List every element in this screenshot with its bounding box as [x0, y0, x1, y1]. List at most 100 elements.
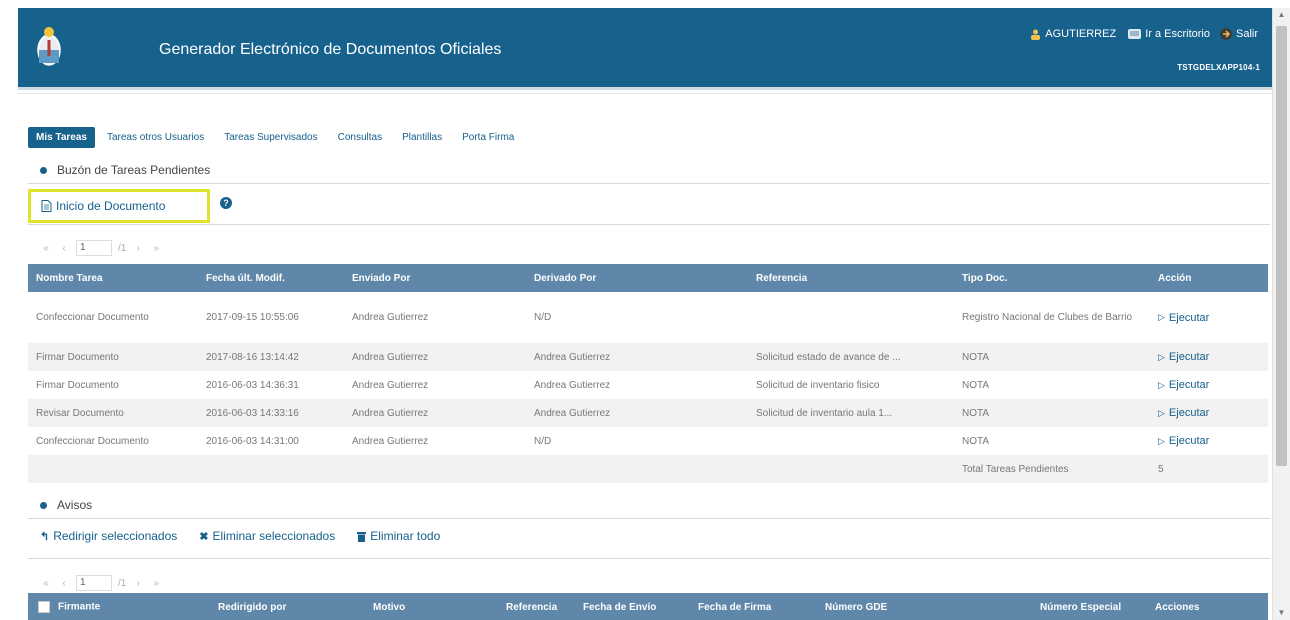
- prev-page-button[interactable]: ‹: [58, 578, 70, 589]
- avisos-title: Avisos: [57, 498, 93, 512]
- column-header[interactable]: Número GDE: [825, 602, 887, 613]
- prev-page-button[interactable]: ‹: [58, 243, 70, 254]
- escritorio-label: Ir a Escritorio: [1145, 28, 1210, 40]
- cell-derivado: N/D: [526, 292, 748, 343]
- table-row[interactable]: Confeccionar Documento 2017-09-15 10:55:…: [28, 292, 1268, 343]
- tab-consultas[interactable]: Consultas: [330, 127, 390, 148]
- tab-porta-firma[interactable]: Porta Firma: [454, 127, 522, 148]
- column-header[interactable]: Fecha de Envío: [583, 602, 656, 613]
- main-content: Mis Tareas Tareas otros Usuarios Tareas …: [18, 93, 1272, 620]
- column-header[interactable]: Acciones: [1155, 602, 1199, 613]
- cell-referencia: Solicitud estado de avance de ...: [748, 343, 954, 371]
- cell-tarea: Confeccionar Documento: [28, 292, 198, 343]
- divider: [28, 224, 1270, 225]
- table-row[interactable]: Firmar Documento 2016-06-03 14:36:31 And…: [28, 371, 1268, 399]
- column-header[interactable]: Redirigido por: [218, 602, 286, 613]
- page-input[interactable]: 1: [76, 240, 112, 256]
- column-header[interactable]: Enviado Por: [344, 264, 526, 292]
- cell-accion: ▷ Ejecutar: [1150, 399, 1268, 427]
- redirigir-button[interactable]: ↰ Redirigir seleccionados: [40, 529, 177, 543]
- top-header: Generador Electrónico de Documentos Ofic…: [18, 8, 1272, 90]
- eliminar-todo-label: Eliminar todo: [370, 529, 441, 543]
- table-row[interactable]: Confeccionar Documento 2016-06-03 14:31:…: [28, 427, 1268, 455]
- column-header[interactable]: Fecha últ. Modif.: [198, 264, 344, 292]
- cell-fecha: 2016-06-03 14:36:31: [198, 371, 344, 399]
- escritorio-link[interactable]: Ir a Escritorio: [1128, 28, 1210, 40]
- tab-tareas-supervisados[interactable]: Tareas Supervisados: [216, 127, 325, 148]
- user-link[interactable]: AGUTIERREZ: [1030, 28, 1116, 40]
- column-header[interactable]: Motivo: [373, 602, 405, 613]
- column-header-firmante[interactable]: Firmante: [38, 601, 100, 613]
- ejecutar-button[interactable]: ▷ Ejecutar: [1158, 435, 1209, 447]
- cell-derivado: Andrea Gutierrez: [526, 343, 748, 371]
- column-header[interactable]: Número Especial: [1040, 602, 1121, 613]
- column-header[interactable]: Tipo Doc.: [954, 264, 1150, 292]
- column-label: Firmante: [58, 601, 101, 613]
- play-arrow-icon: ▷: [1158, 312, 1165, 322]
- cell-enviado: Andrea Gutierrez: [344, 343, 526, 371]
- cell-tipo: NOTA: [954, 399, 1150, 427]
- bullet-icon: [40, 501, 47, 509]
- column-header[interactable]: Acción: [1150, 264, 1268, 292]
- cell-accion: ▷ Ejecutar: [1150, 371, 1268, 399]
- select-all-checkbox[interactable]: [38, 601, 50, 613]
- salir-link[interactable]: Salir: [1219, 28, 1258, 40]
- column-header[interactable]: Referencia: [506, 602, 557, 613]
- column-header[interactable]: Derivado Por: [526, 264, 748, 292]
- cell-tipo: NOTA: [954, 343, 1150, 371]
- cell-enviado: Andrea Gutierrez: [344, 427, 526, 455]
- inicio-documento-label: Inicio de Documento: [56, 199, 166, 213]
- cell-tipo: NOTA: [954, 371, 1150, 399]
- trash-icon: [357, 531, 367, 542]
- cell-enviado: Andrea Gutierrez: [344, 292, 526, 343]
- cell-fecha: 2017-08-16 13:14:42: [198, 343, 344, 371]
- scroll-up-arrow[interactable]: ▲: [1273, 8, 1290, 22]
- app-title: Generador Electrónico de Documentos Ofic…: [159, 41, 502, 58]
- cell-tipo: Registro Nacional de Clubes de Barrio: [954, 292, 1150, 343]
- ejecutar-label: Ejecutar: [1168, 379, 1210, 391]
- next-page-button[interactable]: ›: [132, 243, 144, 254]
- scroll-down-arrow[interactable]: ▼: [1273, 606, 1290, 620]
- first-page-button[interactable]: «: [40, 578, 52, 589]
- column-header[interactable]: Fecha de Firma: [698, 602, 771, 613]
- divider: [28, 183, 1270, 184]
- ejecutar-button[interactable]: ▷ Ejecutar: [1158, 407, 1209, 419]
- avisos-toolbar: ↰ Redirigir seleccionados ✖ Eliminar sel…: [40, 529, 440, 543]
- scroll-thumb[interactable]: [1276, 26, 1287, 466]
- next-page-button[interactable]: ›: [132, 578, 144, 589]
- cell-accion: ▷ Ejecutar: [1150, 292, 1268, 343]
- bullet-icon: [40, 166, 47, 174]
- eliminar-seleccionados-label: Eliminar seleccionados: [212, 529, 336, 543]
- ejecutar-label: Ejecutar: [1168, 407, 1210, 419]
- column-header[interactable]: Nombre Tarea: [28, 264, 198, 292]
- ejecutar-button[interactable]: ▷ Ejecutar: [1158, 351, 1209, 363]
- last-page-button[interactable]: »: [150, 243, 162, 254]
- table-row[interactable]: Firmar Documento 2017-08-16 13:14:42 And…: [28, 343, 1268, 371]
- avisos-table-header: Firmante Redirigido por Motivo Referenci…: [28, 593, 1268, 620]
- table-row[interactable]: Revisar Documento 2016-06-03 14:33:16 An…: [28, 399, 1268, 427]
- inicio-documento-button[interactable]: Inicio de Documento: [28, 189, 210, 223]
- cell-referencia: [748, 427, 954, 455]
- vertical-scrollbar[interactable]: ▲ ▼: [1272, 8, 1290, 620]
- column-header[interactable]: Referencia: [748, 264, 954, 292]
- help-icon[interactable]: ?: [220, 197, 232, 209]
- total-label: Total Tareas Pendientes: [954, 455, 1150, 483]
- table-header-row: Nombre Tarea Fecha últ. Modif. Enviado P…: [28, 264, 1268, 292]
- app-window: Generador Electrónico de Documentos Ofic…: [18, 8, 1272, 620]
- total-value: 5: [1150, 455, 1268, 483]
- buzon-title: Buzón de Tareas Pendientes: [57, 163, 211, 177]
- tareas-table: Nombre Tarea Fecha últ. Modif. Enviado P…: [28, 264, 1268, 483]
- play-arrow-icon: ▷: [1158, 435, 1165, 446]
- tab-tareas-otros-usuarios[interactable]: Tareas otros Usuarios: [99, 127, 212, 148]
- x-icon: ✖: [199, 530, 209, 543]
- tab-plantillas[interactable]: Plantillas: [394, 127, 450, 148]
- tab-mis-tareas[interactable]: Mis Tareas: [28, 126, 95, 148]
- ejecutar-button[interactable]: ▷ Ejecutar: [1158, 379, 1209, 391]
- eliminar-todo-button[interactable]: Eliminar todo: [357, 529, 440, 543]
- top-links: AGUTIERREZ Ir a Escritorio Salir: [1030, 28, 1258, 40]
- eliminar-seleccionados-button[interactable]: ✖ Eliminar seleccionados: [199, 529, 335, 543]
- ejecutar-button[interactable]: ▷ Ejecutar: [1158, 312, 1209, 324]
- last-page-button[interactable]: »: [150, 578, 162, 589]
- first-page-button[interactable]: «: [40, 243, 52, 254]
- page-input[interactable]: 1: [76, 575, 112, 591]
